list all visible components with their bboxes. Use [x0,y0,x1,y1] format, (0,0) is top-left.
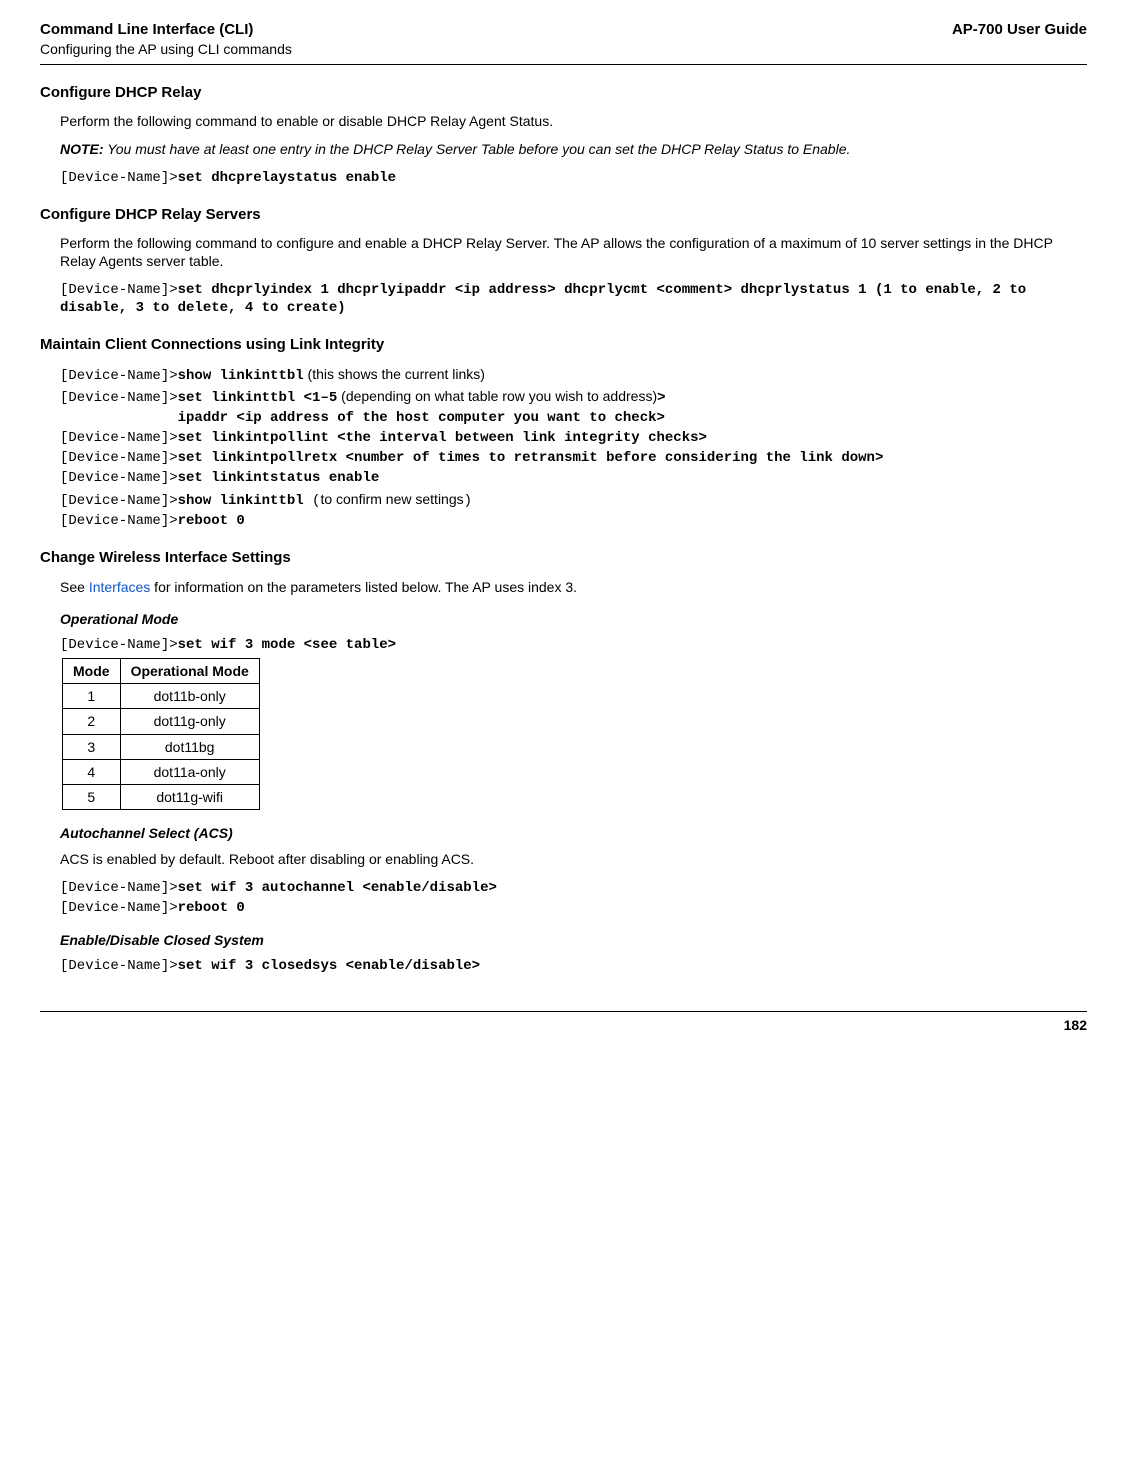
cli-prompt: [Device-Name]> [60,513,178,529]
cli-line: ipaddr <ip address of the host computer … [60,409,1087,427]
cli-annotation: (this shows the current links) [304,366,485,382]
link-interfaces[interactable]: Interfaces [89,579,150,595]
header-rule [40,64,1087,65]
table-header-mode: Mode [63,659,121,684]
subheading-acs: Autochannel Select (ACS) [60,824,1087,842]
header-right: AP-700 User Guide [952,20,1087,40]
cli-command: set wif 3 mode <see table> [178,637,396,653]
note-text: You must have at least one entry in the … [107,141,850,157]
heading-change-wireless-settings: Change Wireless Interface Settings [40,548,1087,568]
cli-command: reboot 0 [178,513,245,529]
table-row: 4dot11a-only [63,759,260,784]
header-title: Command Line Interface (CLI) [40,20,292,40]
cli-prompt: [Device-Name]> [60,900,178,916]
table-cell: 5 [63,785,121,810]
table-row: 5dot11g-wifi [63,785,260,810]
table-row: 3dot11bg [63,734,260,759]
cli-line: [Device-Name]>set linkinttbl <1–5 (depen… [60,387,1087,407]
header-left: Command Line Interface (CLI) Configuring… [40,20,292,58]
table-cell: 1 [63,684,121,709]
cli-prompt: [Device-Name]> [60,430,178,446]
cli-line: [Device-Name]>set linkintpollint <the in… [60,429,1087,447]
cli-command: set dhcprelaystatus enable [178,170,396,186]
cli-command: show linkinttbl [178,368,304,384]
cli-command: > [657,390,665,406]
note: NOTE: You must have at least one entry i… [60,140,1087,158]
cli-command: set linkintstatus enable [178,470,380,486]
cli-command: ipaddr <ip address of the host computer … [60,410,665,426]
paragraph: ACS is enabled by default. Reboot after … [60,850,1087,868]
cli-command: set linkintpollretx <number of times to … [178,450,884,466]
cli-command: set dhcprlyindex 1 dhcprlyipaddr <ip add… [60,282,1035,316]
table-cell: dot11bg [120,734,259,759]
cli-command: set linkintpollint <the interval between… [178,430,707,446]
cli-line: [Device-Name]>set linkintpollretx <numbe… [60,449,1087,467]
cli-prompt: [Device-Name]> [60,282,178,298]
cli-line: [Device-Name]>set wif 3 closedsys <enabl… [60,957,1087,975]
cli-prompt: [Device-Name]> [60,470,178,486]
cli-command: set wif 3 closedsys <enable/disable> [178,958,480,974]
table-cell: dot11a-only [120,759,259,784]
subheading-closed-system: Enable/Disable Closed System [60,931,1087,949]
cli-line: [Device-Name]>set wif 3 autochannel <ena… [60,879,1087,897]
subheading-operational-mode: Operational Mode [60,610,1087,628]
page-footer: 182 [40,1011,1087,1034]
cli-prompt: [Device-Name]> [60,493,178,509]
paragraph: Perform the following command to enable … [60,112,1087,130]
cli-prompt: [Device-Name]> [60,958,178,974]
cli-prompt: [Device-Name]> [60,390,178,406]
table-row: 1dot11b-only [63,684,260,709]
cli-prompt: [Device-Name]> [60,880,178,896]
paragraph: Perform the following command to configu… [60,234,1087,270]
table-cell: 4 [63,759,121,784]
cli-line: [Device-Name]>show linkinttbl (to confir… [60,490,1087,510]
cli-prompt: [Device-Name]> [60,368,178,384]
operational-mode-table: Mode Operational Mode 1dot11b-only 2dot1… [62,658,260,810]
table-cell: 2 [63,709,121,734]
cli-annotation: to confirm new settings [320,491,463,507]
cli-line: [Device-Name]>set dhcprlyindex 1 dhcprly… [60,281,1087,317]
cli-command: show linkinttbl [178,493,312,509]
table-header-row: Mode Operational Mode [63,659,260,684]
heading-configure-dhcp-relay-servers: Configure DHCP Relay Servers [40,205,1087,225]
cli-command: reboot 0 [178,900,245,916]
paragraph: See Interfaces for information on the pa… [60,578,1087,596]
note-label: NOTE: [60,141,104,157]
cli-command: set wif 3 autochannel <enable/disable> [178,880,497,896]
cli-line: [Device-Name]>show linkinttbl (this show… [60,365,1087,385]
cli-command: set linkinttbl <1–5 [178,390,338,406]
cli-prompt: [Device-Name]> [60,170,178,186]
table-cell: dot11g-wifi [120,785,259,810]
footer-rule [40,1011,1087,1012]
page-number: 182 [40,1016,1087,1034]
text: for information on the parameters listed… [150,579,577,595]
cli-annotation: (depending on what table row you wish to… [337,388,657,404]
cli-line: [Device-Name]>reboot 0 [60,512,1087,530]
heading-link-integrity: Maintain Client Connections using Link I… [40,335,1087,355]
cli-line: [Device-Name]>set dhcprelaystatus enable [60,169,1087,187]
page-header: Command Line Interface (CLI) Configuring… [40,20,1087,58]
text: See [60,579,89,595]
cli-line: [Device-Name]>set wif 3 mode <see table> [60,636,1087,654]
table-cell: 3 [63,734,121,759]
table-cell: dot11b-only [120,684,259,709]
table-row: 2dot11g-only [63,709,260,734]
cli-prompt: [Device-Name]> [60,637,178,653]
cli-paren: ) [464,493,472,509]
cli-line: [Device-Name]>set linkintstatus enable [60,469,1087,487]
heading-configure-dhcp-relay: Configure DHCP Relay [40,83,1087,103]
cli-line: [Device-Name]>reboot 0 [60,899,1087,917]
header-subtitle: Configuring the AP using CLI commands [40,40,292,58]
table-header-opmode: Operational Mode [120,659,259,684]
cli-prompt: [Device-Name]> [60,450,178,466]
table-cell: dot11g-only [120,709,259,734]
